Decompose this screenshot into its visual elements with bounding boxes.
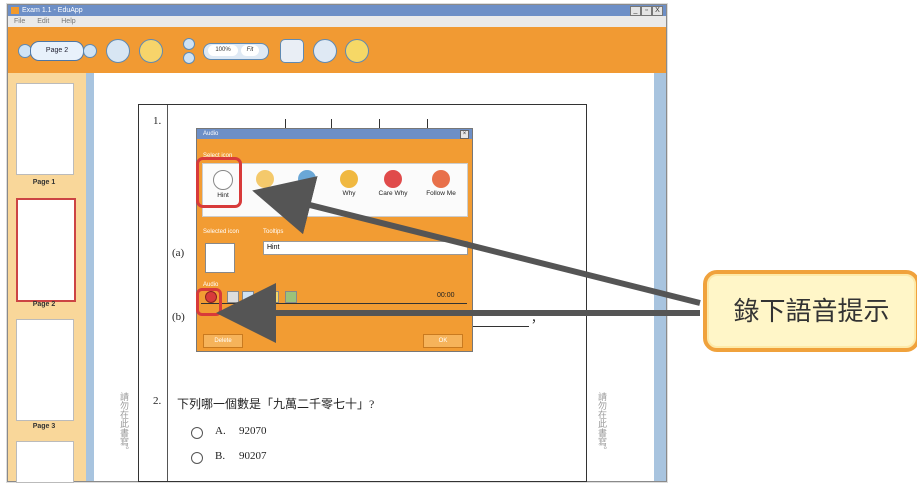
callout-label: 錄下語音提示 <box>703 270 917 352</box>
arrow-to-hint <box>252 176 701 306</box>
annotation-arrows <box>216 176 701 343</box>
